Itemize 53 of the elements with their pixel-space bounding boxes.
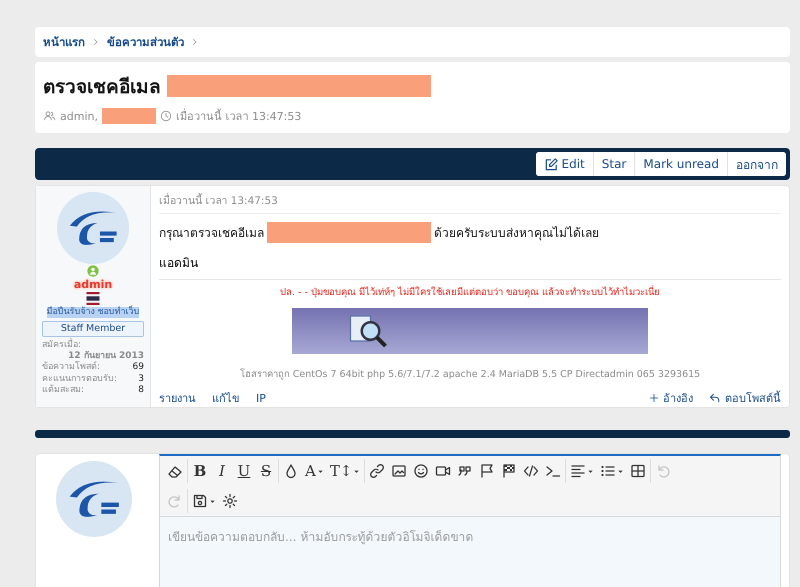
- toolbar-button[interactable]: I: [211, 458, 233, 484]
- toolbar-button[interactable]: U: [233, 458, 255, 484]
- stat-value: 12 กันยายน 2013: [68, 351, 144, 362]
- post-time: เมื่อวานนี้ เวลา 13:47:53: [159, 192, 781, 214]
- toolbar-button[interactable]: B: [189, 458, 211, 484]
- bullet-list-icon: [600, 463, 616, 479]
- save-icon: [192, 493, 208, 509]
- table-icon: [630, 463, 646, 479]
- reply-field[interactable]: เขียนข้อความตอบกลับ... ห้ามอับกระทู้ด้วยตัวอิโมจิเด็ดขาด: [160, 517, 780, 587]
- post-action-link[interactable]: IP: [256, 392, 266, 404]
- link-icon: [369, 463, 386, 479]
- user-banner: Staff Member: [42, 321, 144, 337]
- toolbar-button[interactable]: A: [302, 458, 327, 484]
- plus-icon: [649, 393, 659, 403]
- post-text: กรุณาตรวจเชคอีเมล: [159, 225, 264, 242]
- post-action-link[interactable]: อ้างอิง: [649, 389, 693, 407]
- post-note: ปล. - - ปุ่มขอบคุณ มีไว้เท่ห์ๆ ไม่มีใครใช้เลยมีแต่ตอบว่า ขอบคุณ แล้วจะทำระบบไว้ทำไมวะเนี่ย: [278, 284, 661, 299]
- stat-label: สมัครเมื่อ:: [42, 340, 82, 351]
- stat-value: 8: [138, 384, 144, 396]
- breadcrumb-link[interactable]: ข้อความส่วนตัว: [107, 33, 184, 51]
- settings-icon: [222, 493, 238, 509]
- post-text: ด้วยครับระบบส่งหาคุณไม่ได้เลย: [434, 225, 599, 242]
- post-action-link[interactable]: รายงาน: [159, 389, 196, 407]
- thread-title: ตรวจเชคอีเมล: [43, 75, 161, 100]
- code-icon: [523, 463, 540, 479]
- clock-icon: [160, 110, 172, 122]
- align-icon: [570, 463, 586, 479]
- chevron-right-icon: [92, 37, 100, 47]
- thread-time: เมื่อวานนี้ เวลา 13:47:53: [176, 108, 302, 125]
- username: admin: [74, 278, 112, 292]
- users-icon: [43, 110, 56, 122]
- stat-label: ข้อความโพสต์:: [42, 362, 100, 374]
- stat-label: คะแนนการตอบรับ:: [42, 374, 118, 384]
- edit-icon: [544, 156, 558, 172]
- smiley-icon: [413, 463, 430, 479]
- chevron-right-icon: [191, 37, 199, 47]
- post-action-link[interactable]: แก้ไข: [212, 389, 240, 407]
- toolbar-button[interactable]: T↕: [326, 458, 364, 484]
- image-icon: [391, 463, 408, 479]
- reply-icon: [709, 392, 721, 404]
- stat-label: แต้มสะสม:: [42, 384, 84, 396]
- stat-value: 3: [138, 374, 144, 385]
- user-title: มือปืนรับจ้าง ชอบทำเว็บ: [46, 306, 140, 318]
- stat-value: 69: [132, 362, 144, 374]
- checkered-flag-icon: [501, 463, 518, 479]
- post-action-link[interactable]: ตอบโพสต์นี้: [709, 389, 781, 407]
- toolbar-button[interactable]: S: [255, 458, 277, 484]
- post-signoff: แอดมิน: [159, 253, 781, 280]
- toolbar-button[interactable]: ออกจาก: [727, 152, 786, 176]
- flag-icon: [479, 463, 496, 479]
- participant-name: admin,: [60, 110, 98, 122]
- breadcrumb-link[interactable]: หน้าแรก: [43, 33, 85, 51]
- post-signature: โฮสราคาถูก CentOs 7 64bit php 5.6/7.1/7.2 apache 2.4 MariaDB 5.5 CP Directadmin 065 3293615: [238, 367, 702, 381]
